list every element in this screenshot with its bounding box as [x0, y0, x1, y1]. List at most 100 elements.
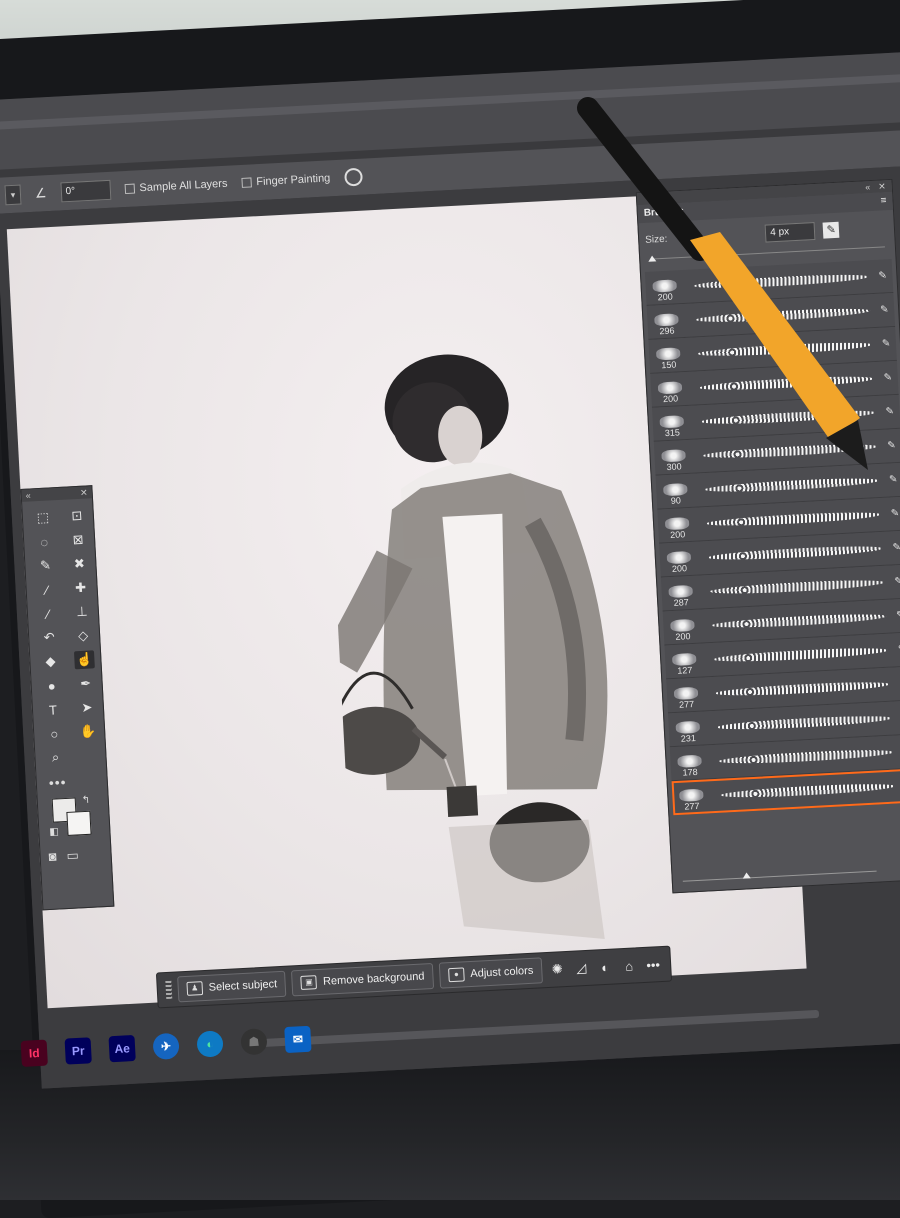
brush-settings-icon[interactable]: ✎	[823, 222, 840, 239]
history-brush-icon[interactable]: ↶	[39, 628, 60, 647]
remove-background-label: Remove background	[323, 970, 425, 987]
brush-stroke-preview	[701, 408, 876, 427]
brush-tip-thumbnail: 178	[670, 748, 709, 778]
hand-icon[interactable]: ✋	[78, 722, 99, 741]
preview-size-slider[interactable]	[683, 870, 877, 881]
sparkle-icon[interactable]: ✺	[548, 961, 567, 978]
outlook-icon[interactable]: ✉	[284, 1026, 311, 1053]
brush-tip-shape	[677, 754, 702, 767]
preset-dropdown[interactable]: ▾	[4, 185, 21, 206]
dodge-icon[interactable]: ●	[41, 676, 62, 695]
tool-grid: ⬚ ⊡ ◌ ⊠ ✎ ✖ ⁄ ✚ ∕ ⊥ ↶ ◇ ◆ ☝ ● ✒ T ➤ ○ ✋ …	[22, 498, 106, 775]
type-icon[interactable]: T	[43, 700, 64, 719]
brush-icon[interactable]: ∕	[38, 604, 59, 623]
angle-icon: ∠	[35, 185, 47, 202]
brush-stroke-preview	[709, 577, 884, 596]
more-tools-icon[interactable]: •••	[36, 772, 107, 792]
ellipse-icon[interactable]: ○	[44, 724, 65, 743]
more-options-icon[interactable]: •••	[644, 957, 663, 973]
smudge-icon[interactable]: ☝	[74, 650, 95, 669]
brush-tip-thumbnail: 287	[661, 578, 700, 608]
lasso-icon[interactable]: ◌	[34, 532, 55, 551]
alien-app-icon[interactable]: ☗	[240, 1028, 267, 1055]
brush-tip-thumbnail: 200	[657, 510, 696, 540]
screen-mode-icon[interactable]: ▭	[66, 847, 79, 864]
brush-pen-icon: ✎	[896, 610, 900, 622]
brush-size-number: 200	[672, 563, 688, 574]
angle-field[interactable]: 0°	[60, 180, 111, 203]
brush-size-number: 200	[657, 291, 673, 302]
person-icon: ♟	[186, 981, 203, 996]
crop-icon[interactable]: ⊠	[68, 530, 89, 549]
panel-menu-icon[interactable]: ≡	[880, 192, 887, 210]
brush-tip-thumbnail: 231	[668, 714, 707, 744]
brush-tip-shape	[672, 652, 697, 665]
brush-stroke-preview	[711, 611, 886, 630]
brush-size-number: 277	[684, 800, 700, 811]
swap-colors-icon[interactable]: ↰	[82, 795, 91, 806]
brush-tip-shape	[667, 550, 692, 563]
brush-tip-shape	[675, 720, 700, 733]
quick-mask-icon[interactable]: ◙	[48, 849, 57, 865]
adjust-colors-button[interactable]: ● Adjust colors	[439, 957, 543, 988]
brush-tip-thumbnail: 200	[663, 612, 702, 642]
marquee-icon[interactable]: ⬚	[32, 508, 53, 527]
healing-icon[interactable]: ✚	[70, 578, 91, 597]
contrast-icon[interactable]: ◐	[596, 959, 615, 975]
quick-select-icon[interactable]: ✎	[35, 556, 56, 575]
size-slider-thumb[interactable]	[648, 255, 656, 261]
path-select-icon[interactable]: ➤	[76, 698, 97, 717]
brush-size-number: 315	[665, 427, 681, 438]
pressure-icon[interactable]	[344, 168, 363, 187]
zoom-icon[interactable]: ⌕	[45, 748, 66, 767]
brush-stroke-preview	[704, 475, 879, 494]
brush-size-number: 178	[682, 766, 698, 777]
edge-icon[interactable]: ◐	[196, 1030, 223, 1057]
brushes-panel: «✕ Brushes ≡ Size: 4 px ✎ 200✎296✎150✎20…	[636, 179, 900, 893]
brush-stroke-preview	[715, 679, 890, 698]
brush-size-number: 231	[681, 732, 697, 743]
background-color[interactable]	[66, 811, 91, 836]
brush-stroke-preview	[708, 543, 883, 562]
color-dots-icon: ●	[448, 967, 465, 982]
brush-tip-shape	[663, 483, 688, 496]
default-colors-icon[interactable]: ◧	[49, 826, 59, 837]
artboard-icon[interactable]: ⊡	[66, 507, 87, 526]
transform-icon[interactable]: ◿	[572, 960, 591, 977]
select-subject-button[interactable]: ♟ Select subject	[177, 971, 287, 1003]
brush-size-number: 200	[675, 631, 691, 642]
generative-fill-icon[interactable]: ⌂	[620, 958, 639, 974]
brush-tip-thumbnail: 296	[647, 306, 686, 336]
sample-all-layers-checkbox[interactable]	[124, 184, 135, 195]
indesign-app[interactable]: Id	[21, 1040, 48, 1067]
eyedropper-icon[interactable]: ⁄	[36, 580, 57, 599]
brush-size-number: 287	[673, 597, 689, 608]
remove-background-button[interactable]: ▣ Remove background	[291, 963, 434, 996]
brush-tip-thumbnail: 315	[652, 408, 691, 438]
pen-tool-icon[interactable]: ✒	[75, 674, 96, 693]
sample-all-layers-option[interactable]: Sample All Layers	[124, 178, 228, 195]
brush-tip-shape	[656, 347, 681, 360]
brush-tip-thumbnail: 277	[672, 782, 711, 812]
brush-stroke-preview	[693, 272, 868, 291]
brush-tip-thumbnail: 200	[645, 272, 684, 302]
safari-like-app-icon[interactable]: ✈	[152, 1033, 179, 1060]
brush-stroke-preview	[706, 509, 881, 528]
drag-grip[interactable]	[165, 981, 172, 999]
brush-tip-shape	[659, 415, 684, 428]
finger-painting-option[interactable]: Finger Painting	[241, 172, 331, 189]
preview-size-thumb[interactable]	[742, 872, 750, 878]
brush-tip-thumbnail: 277	[666, 680, 705, 710]
size-field[interactable]: 4 px	[765, 222, 816, 243]
select-subject-label: Select subject	[208, 978, 277, 994]
premiere-app[interactable]: Pr	[65, 1037, 92, 1064]
tools-bottom: ◙ ▭	[40, 846, 111, 866]
brushes-title: Brushes	[643, 203, 684, 223]
finger-painting-checkbox[interactable]	[241, 177, 252, 188]
paint-bucket-icon[interactable]: ◆	[40, 652, 61, 671]
stamp-icon[interactable]: ⊥	[71, 602, 92, 621]
eraser-icon[interactable]: ◇	[73, 626, 94, 645]
after-effects-app[interactable]: Ae	[108, 1035, 135, 1062]
frame-icon[interactable]: ✖	[69, 554, 90, 573]
brush-tip-shape	[665, 517, 690, 530]
